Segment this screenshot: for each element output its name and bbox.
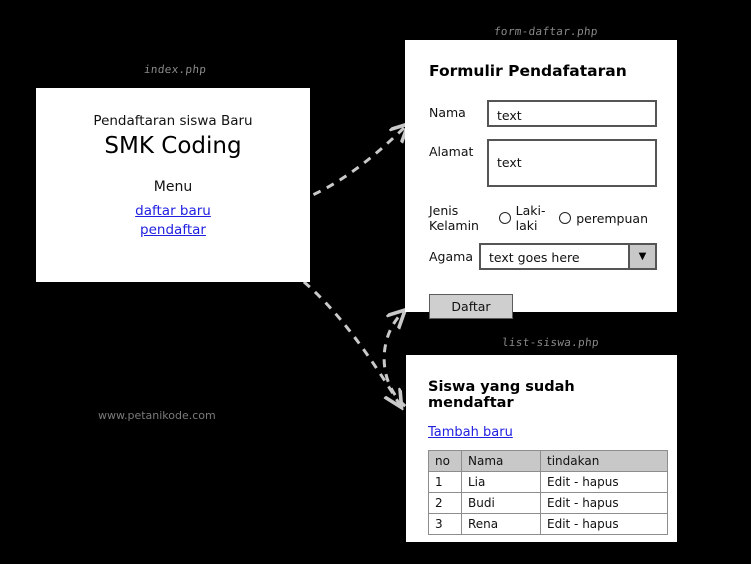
cell-nama: Lia (461, 471, 541, 493)
cell-tindakan[interactable]: Edit - hapus (540, 471, 668, 493)
link-daftar-baru[interactable]: daftar baru (36, 203, 310, 219)
form-title: Formulir Pendafataran (429, 62, 627, 80)
input-alamat[interactable]: text (487, 139, 657, 187)
watermark: www.petanikode.com (98, 409, 216, 422)
table-row: 1 Lia Edit - hapus (428, 471, 668, 493)
cell-nama: Budi (461, 492, 541, 514)
link-pendaftar[interactable]: pendaftar (36, 222, 310, 238)
index-title: SMK Coding (104, 133, 242, 159)
cell-no: 3 (428, 513, 462, 535)
chevron-down-icon[interactable]: ▼ (628, 245, 655, 268)
cell-no: 1 (428, 471, 462, 493)
cell-tindakan[interactable]: Edit - hapus (540, 492, 668, 514)
page-label-form: form-daftar.php (493, 25, 599, 38)
field-row-jenis-kelamin: Jenis Kelamin Laki-laki perempuan (429, 203, 657, 233)
cell-tindakan[interactable]: Edit - hapus (540, 513, 668, 535)
table-row: 3 Rena Edit - hapus (428, 513, 668, 535)
index-subtitle: Pendaftaran siswa Baru (93, 113, 253, 129)
page-label-list: list-siswa.php (501, 336, 600, 349)
radio-label-perempuan: perempuan (576, 210, 648, 226)
label-alamat: Alamat (429, 144, 474, 159)
diagram-canvas: index.php form-daftar.php list-siswa.php… (0, 0, 751, 564)
radio-laki-laki[interactable] (498, 212, 511, 224)
select-agama[interactable]: text goes here ▼ (479, 243, 657, 270)
th-nama: Nama (461, 450, 541, 472)
table-header-row: no Nama tindakan (428, 450, 668, 472)
th-no: no (428, 450, 462, 472)
input-nama[interactable]: text (487, 100, 657, 127)
th-tindakan: tindakan (540, 450, 668, 472)
radio-perempuan[interactable] (559, 212, 572, 224)
select-agama-value: text goes here (489, 250, 580, 265)
field-row-alamat: Alamat text (429, 139, 657, 187)
label-agama: Agama (429, 249, 473, 264)
page-label-index: index.php (143, 63, 207, 76)
radio-label-laki-laki: Laki-laki (515, 203, 546, 233)
list-title: Siswa yang sudah mendaftar (428, 379, 575, 411)
index-menu-heading: Menu (153, 179, 193, 195)
label-nama: Nama (429, 105, 466, 120)
panel-form-daftar-php: Formulir Pendafataran Nama text Alamat t… (405, 40, 677, 319)
cell-no: 2 (428, 492, 462, 514)
panel-index-php: Pendaftaran siswa Baru SMK Coding Menu d… (36, 88, 310, 282)
field-row-nama: Nama text (429, 100, 657, 127)
link-tambah-baru[interactable]: Tambah baru (428, 425, 513, 440)
table-row: 2 Budi Edit - hapus (428, 492, 668, 514)
panel-list-siswa-php: Siswa yang sudah mendaftar Tambah baru n… (406, 355, 677, 542)
daftar-submit-button[interactable]: Daftar (429, 294, 513, 319)
siswa-table: no Nama tindakan 1 Lia Edit - hapus 2 Bu… (428, 450, 668, 535)
label-jenis-kelamin: Jenis Kelamin (429, 203, 479, 233)
field-row-agama: Agama text goes here ▼ (429, 243, 657, 270)
cell-nama: Rena (461, 513, 541, 535)
